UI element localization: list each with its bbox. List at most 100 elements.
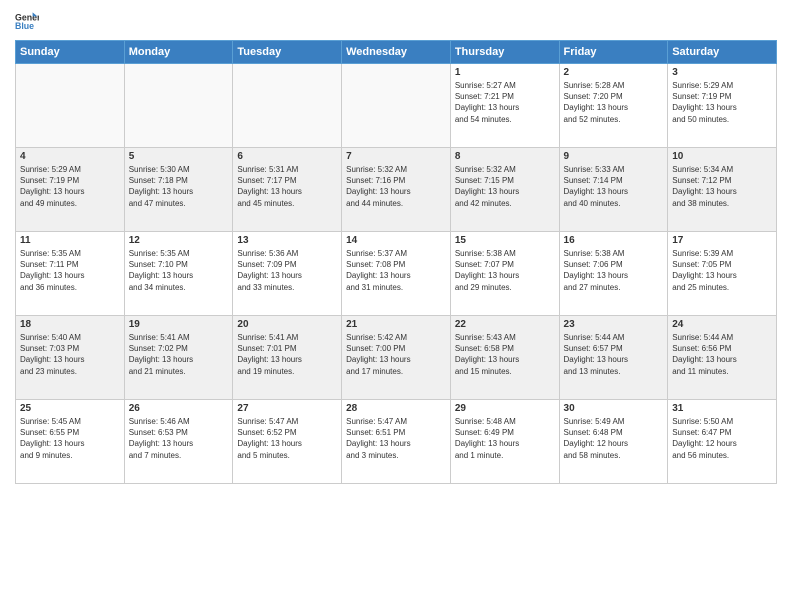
calendar-cell: 14 Sunrise: 5:37 AM Sunset: 7:08 PM Dayli… [342, 232, 451, 316]
day-number: 29 [455, 403, 555, 414]
day-number: 14 [346, 235, 446, 246]
day-info: Sunrise: 5:30 AM Sunset: 7:18 PM Dayligh… [129, 164, 229, 209]
weekday-header-wednesday: Wednesday [342, 41, 451, 64]
day-info: Sunrise: 5:41 AM Sunset: 7:02 PM Dayligh… [129, 332, 229, 377]
calendar-cell: 2 Sunrise: 5:28 AM Sunset: 7:20 PM Daylig… [559, 64, 668, 148]
day-info: Sunrise: 5:32 AM Sunset: 7:15 PM Dayligh… [455, 164, 555, 209]
weekday-header-friday: Friday [559, 41, 668, 64]
weekday-header-row: SundayMondayTuesdayWednesdayThursdayFrid… [16, 41, 777, 64]
calendar-cell: 6Sunrise: 5:31 AM Sunset: 7:17 PM Daylig… [233, 148, 342, 232]
day-number: 23 [564, 319, 664, 330]
weekday-header-tuesday: Tuesday [233, 41, 342, 64]
day-info: Sunrise: 5:41 AM Sunset: 7:01 PM Dayligh… [237, 332, 337, 377]
day-info: Sunrise: 5:36 AM Sunset: 7:09 PM Dayligh… [237, 248, 337, 293]
calendar-cell: 10 Sunrise: 5:34 AM Sunset: 7:12 PM Dayli… [668, 148, 777, 232]
calendar-cell: 18Sunrise: 5:40 AM Sunset: 7:03 PM Dayli… [16, 316, 125, 400]
day-info: Sunrise: 5:37 AM Sunset: 7:08 PM Dayligh… [346, 248, 446, 293]
calendar-cell: 15 Sunrise: 5:38 AM Sunset: 7:07 PM Dayli… [450, 232, 559, 316]
day-number: 15 [455, 235, 555, 246]
calendar-cell: 29 Sunrise: 5:48 AM Sunset: 6:49 PM Dayli… [450, 400, 559, 484]
day-number: 20 [237, 319, 337, 330]
day-info: Sunrise: 5:49 AM Sunset: 6:48 PM Dayligh… [564, 416, 664, 461]
calendar-cell: 16Sunrise: 5:38 AM Sunset: 7:06 PM Dayli… [559, 232, 668, 316]
day-number: 2 [564, 67, 664, 78]
calendar-cell: 24 Sunrise: 5:44 AM Sunset: 6:56 PM Dayli… [668, 316, 777, 400]
day-info: Sunrise: 5:33 AM Sunset: 7:14 PM Dayligh… [564, 164, 664, 209]
calendar-cell [342, 64, 451, 148]
calendar-cell: 12 Sunrise: 5:35 AM Sunset: 7:10 PM Dayli… [124, 232, 233, 316]
calendar-cell: 27 Sunrise: 5:47 AM Sunset: 6:52 PM Dayli… [233, 400, 342, 484]
day-info: Sunrise: 5:47 AM Sunset: 6:52 PM Dayligh… [237, 416, 337, 461]
calendar-cell: 7 Sunrise: 5:32 AM Sunset: 7:16 PM Daylig… [342, 148, 451, 232]
day-info: Sunrise: 5:35 AM Sunset: 7:11 PM Dayligh… [20, 248, 120, 293]
day-info: Sunrise: 5:32 AM Sunset: 7:16 PM Dayligh… [346, 164, 446, 209]
calendar-week-5: 25Sunrise: 5:45 AM Sunset: 6:55 PM Dayli… [16, 400, 777, 484]
calendar-cell: 11 Sunrise: 5:35 AM Sunset: 7:11 PM Dayli… [16, 232, 125, 316]
calendar-week-1: 1Sunrise: 5:27 AM Sunset: 7:21 PM Daylig… [16, 64, 777, 148]
day-number: 7 [346, 151, 446, 162]
calendar-cell: 8 Sunrise: 5:32 AM Sunset: 7:15 PM Daylig… [450, 148, 559, 232]
weekday-header-thursday: Thursday [450, 41, 559, 64]
day-info: Sunrise: 5:43 AM Sunset: 6:58 PM Dayligh… [455, 332, 555, 377]
day-number: 19 [129, 319, 229, 330]
calendar-cell: 19 Sunrise: 5:41 AM Sunset: 7:02 PM Dayli… [124, 316, 233, 400]
day-number: 27 [237, 403, 337, 414]
day-number: 26 [129, 403, 229, 414]
day-number: 12 [129, 235, 229, 246]
day-number: 6 [237, 151, 337, 162]
logo: General Blue [15, 10, 43, 34]
page: General Blue SundayMondayTuesdayWednesda… [0, 0, 792, 612]
day-number: 24 [672, 319, 772, 330]
calendar-cell: 25Sunrise: 5:45 AM Sunset: 6:55 PM Dayli… [16, 400, 125, 484]
day-number: 5 [129, 151, 229, 162]
calendar-cell: 26 Sunrise: 5:46 AM Sunset: 6:53 PM Dayli… [124, 400, 233, 484]
calendar-cell [124, 64, 233, 148]
day-info: Sunrise: 5:42 AM Sunset: 7:00 PM Dayligh… [346, 332, 446, 377]
calendar-cell: 5 Sunrise: 5:30 AM Sunset: 7:18 PM Daylig… [124, 148, 233, 232]
calendar-week-4: 18Sunrise: 5:40 AM Sunset: 7:03 PM Dayli… [16, 316, 777, 400]
calendar-cell: 23 Sunrise: 5:44 AM Sunset: 6:57 PM Dayli… [559, 316, 668, 400]
day-number: 11 [20, 235, 120, 246]
day-info: Sunrise: 5:34 AM Sunset: 7:12 PM Dayligh… [672, 164, 772, 209]
day-info: Sunrise: 5:35 AM Sunset: 7:10 PM Dayligh… [129, 248, 229, 293]
weekday-header-saturday: Saturday [668, 41, 777, 64]
calendar-cell: 21Sunrise: 5:42 AM Sunset: 7:00 PM Dayli… [342, 316, 451, 400]
day-number: 4 [20, 151, 120, 162]
day-info: Sunrise: 5:48 AM Sunset: 6:49 PM Dayligh… [455, 416, 555, 461]
weekday-header-sunday: Sunday [16, 41, 125, 64]
day-info: Sunrise: 5:29 AM Sunset: 7:19 PM Dayligh… [20, 164, 120, 209]
day-number: 25 [20, 403, 120, 414]
day-info: Sunrise: 5:39 AM Sunset: 7:05 PM Dayligh… [672, 248, 772, 293]
calendar-cell: 13 Sunrise: 5:36 AM Sunset: 7:09 PM Dayli… [233, 232, 342, 316]
calendar-cell: 3Sunrise: 5:29 AM Sunset: 7:19 PM Daylig… [668, 64, 777, 148]
calendar-cell: 4 Sunrise: 5:29 AM Sunset: 7:19 PM Daylig… [16, 148, 125, 232]
day-info: Sunrise: 5:44 AM Sunset: 6:57 PM Dayligh… [564, 332, 664, 377]
day-info: Sunrise: 5:27 AM Sunset: 7:21 PM Dayligh… [455, 80, 555, 125]
day-number: 10 [672, 151, 772, 162]
day-number: 30 [564, 403, 664, 414]
day-info: Sunrise: 5:47 AM Sunset: 6:51 PM Dayligh… [346, 416, 446, 461]
calendar-cell: 9 Sunrise: 5:33 AM Sunset: 7:14 PM Daylig… [559, 148, 668, 232]
svg-text:Blue: Blue [15, 21, 34, 31]
day-info: Sunrise: 5:46 AM Sunset: 6:53 PM Dayligh… [129, 416, 229, 461]
day-number: 8 [455, 151, 555, 162]
header: General Blue [15, 10, 777, 34]
calendar-cell: 22Sunrise: 5:43 AM Sunset: 6:58 PM Dayli… [450, 316, 559, 400]
calendar-table: SundayMondayTuesdayWednesdayThursdayFrid… [15, 40, 777, 484]
logo-icon: General Blue [15, 10, 39, 34]
day-info: Sunrise: 5:50 AM Sunset: 6:47 PM Dayligh… [672, 416, 772, 461]
day-number: 9 [564, 151, 664, 162]
day-number: 31 [672, 403, 772, 414]
day-info: Sunrise: 5:38 AM Sunset: 7:07 PM Dayligh… [455, 248, 555, 293]
calendar-cell: 1Sunrise: 5:27 AM Sunset: 7:21 PM Daylig… [450, 64, 559, 148]
day-number: 13 [237, 235, 337, 246]
calendar-cell: 31 Sunrise: 5:50 AM Sunset: 6:47 PM Dayli… [668, 400, 777, 484]
day-number: 28 [346, 403, 446, 414]
day-info: Sunrise: 5:28 AM Sunset: 7:20 PM Dayligh… [564, 80, 664, 125]
calendar-cell [16, 64, 125, 148]
day-info: Sunrise: 5:29 AM Sunset: 7:19 PM Dayligh… [672, 80, 772, 125]
day-info: Sunrise: 5:44 AM Sunset: 6:56 PM Dayligh… [672, 332, 772, 377]
day-number: 16 [564, 235, 664, 246]
day-info: Sunrise: 5:40 AM Sunset: 7:03 PM Dayligh… [20, 332, 120, 377]
weekday-header-monday: Monday [124, 41, 233, 64]
